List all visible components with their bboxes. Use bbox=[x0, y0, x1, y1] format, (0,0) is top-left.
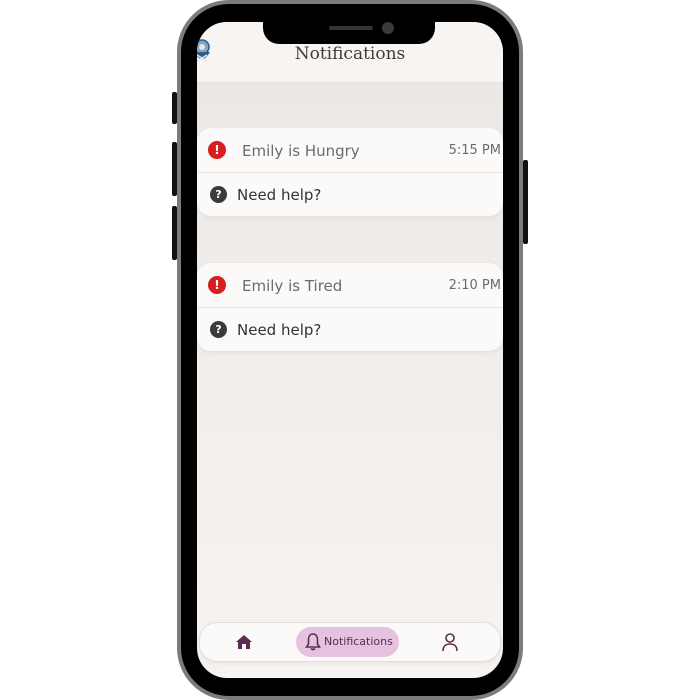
power-button bbox=[523, 160, 528, 244]
speaker-grille bbox=[329, 26, 373, 30]
phone-screen: Notifications ! Emily is Hungry 5:15 PM … bbox=[197, 22, 503, 678]
notification-row[interactable]: ! Emily is Tired 2:10 PM bbox=[197, 263, 503, 308]
profile-icon[interactable] bbox=[441, 632, 459, 652]
front-camera bbox=[382, 22, 394, 34]
need-help-label: Need help? bbox=[237, 186, 322, 204]
nav-notifications-tab[interactable]: Notifications bbox=[296, 627, 399, 657]
nav-notifications-label: Notifications bbox=[324, 635, 393, 648]
alert-icon: ! bbox=[208, 141, 226, 159]
notification-card[interactable]: ! Emily is Hungry 5:15 PM ? Need help? bbox=[197, 128, 503, 216]
need-help-link[interactable]: ? Need help? bbox=[197, 172, 503, 216]
bell-icon bbox=[305, 633, 321, 651]
notification-card[interactable]: ! Emily is Tired 2:10 PM ? Need help? bbox=[197, 263, 503, 351]
alert-icon: ! bbox=[208, 276, 226, 294]
notification-row[interactable]: ! Emily is Hungry 5:15 PM bbox=[197, 128, 503, 173]
notification-time: 2:10 PM bbox=[448, 278, 501, 293]
need-help-label: Need help? bbox=[237, 321, 322, 339]
page-title: Notifications bbox=[294, 44, 406, 64]
phone-notch bbox=[263, 18, 435, 44]
notification-text: Emily is Hungry bbox=[242, 142, 360, 160]
bottom-nav: Notifications bbox=[199, 622, 501, 662]
notification-time: 5:15 PM bbox=[448, 143, 501, 158]
help-icon: ? bbox=[210, 186, 227, 203]
need-help-link[interactable]: ? Need help? bbox=[197, 307, 503, 351]
notification-text: Emily is Tired bbox=[242, 277, 343, 295]
help-icon: ? bbox=[210, 321, 227, 338]
home-icon[interactable] bbox=[234, 632, 254, 652]
